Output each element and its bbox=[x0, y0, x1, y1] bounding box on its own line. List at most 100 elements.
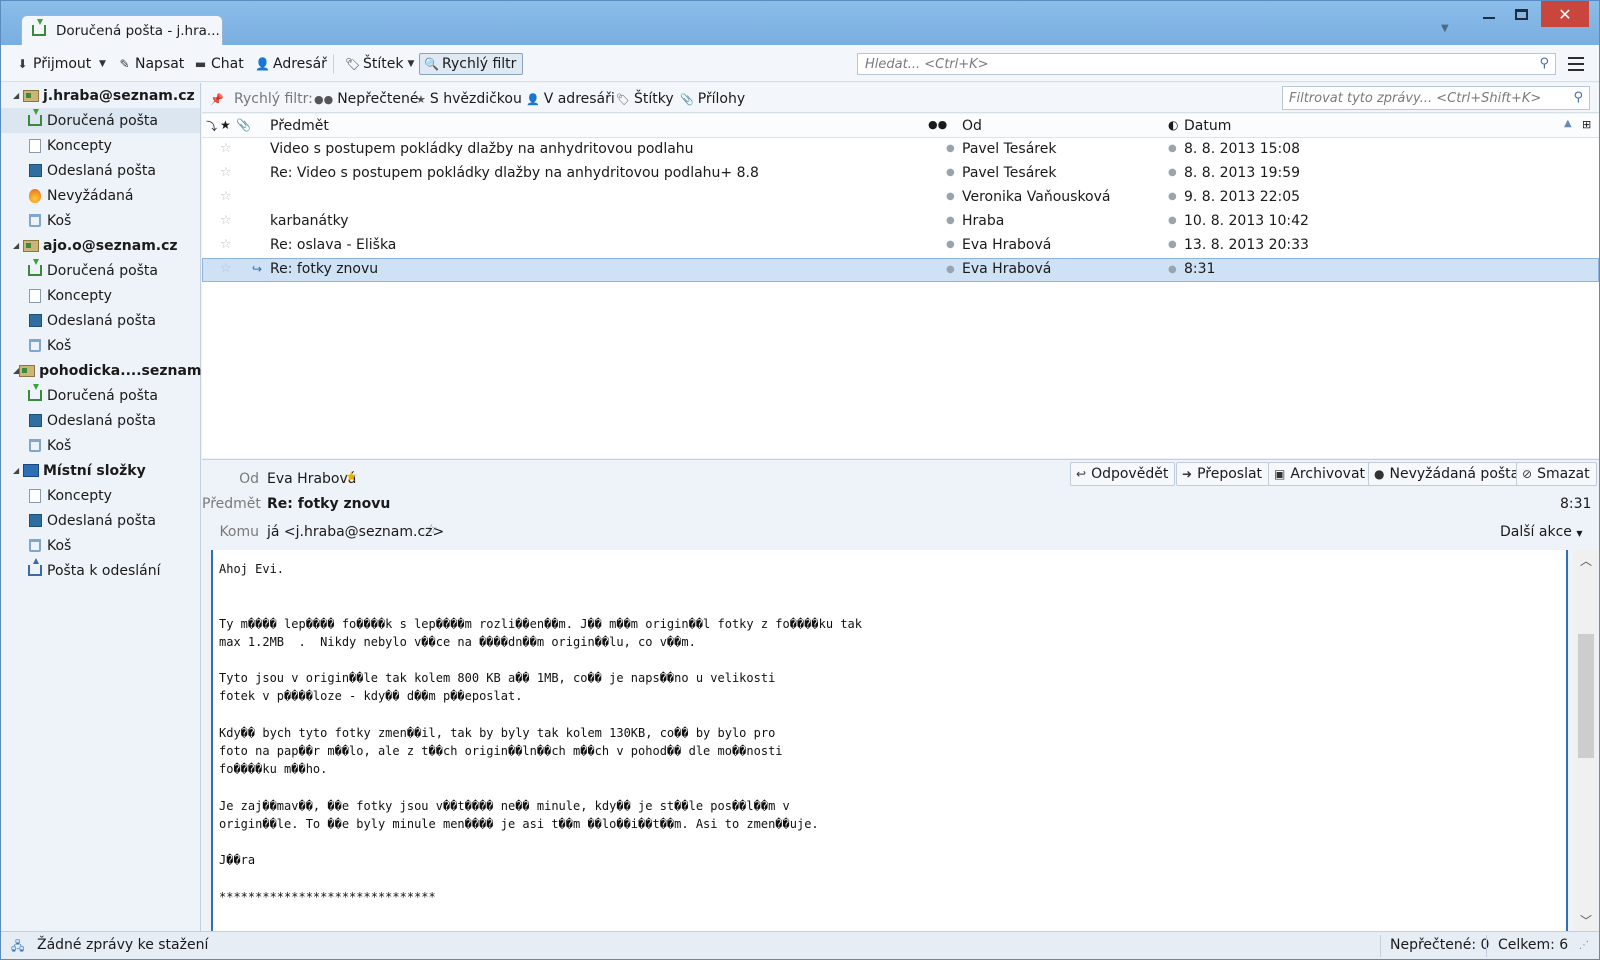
status-message: Žádné zprávy ke stažení bbox=[37, 937, 209, 953]
scroll-up-icon[interactable]: ︿ bbox=[1580, 552, 1592, 569]
more-actions-button[interactable]: Další akce ▼ bbox=[1500, 524, 1583, 540]
junk-status-icon[interactable]: ● bbox=[1168, 264, 1177, 275]
folder-label: Doručená pošta bbox=[47, 112, 159, 129]
subject-value: Re: fotky znovu bbox=[267, 496, 391, 512]
maximize-button[interactable] bbox=[1507, 1, 1535, 27]
reply-button[interactable]: ↩ Odpovědět bbox=[1070, 462, 1176, 486]
folder-sent[interactable]: Odeslaná pošta bbox=[1, 508, 200, 533]
to-value[interactable]: já <j.hraba@seznam.cz> bbox=[267, 524, 444, 540]
search-icon[interactable]: ⚲ bbox=[1539, 56, 1549, 71]
thread-column-icon[interactable]: ⤵ bbox=[206, 118, 217, 134]
read-status-icon[interactable]: ● bbox=[946, 143, 955, 154]
junk-status-icon[interactable]: ● bbox=[1168, 143, 1177, 154]
folder-trash[interactable]: Koš bbox=[1, 208, 200, 233]
read-status-icon[interactable]: ● bbox=[946, 215, 955, 226]
search-icon[interactable]: ⚲ bbox=[1573, 90, 1583, 105]
junk-status-icon[interactable]: ● bbox=[1168, 167, 1177, 178]
folder-inbox[interactable]: Doručená pošta bbox=[1, 108, 200, 133]
account-ajo-o[interactable]: ◢ ajo.o@seznam.cz bbox=[1, 233, 200, 258]
tab-inbox[interactable]: Doručená pošta - j.hra... bbox=[21, 15, 223, 45]
unread-column-icon[interactable]: ●● bbox=[928, 118, 947, 131]
message-row[interactable]: ☆ karbanátky ● Hraba ● 10. 8. 2013 10:42 bbox=[202, 210, 1599, 234]
online-status-icon[interactable]: 🖧 bbox=[11, 937, 24, 958]
sticky-filter-pin[interactable]: 📌 bbox=[210, 90, 228, 108]
folder-drafts[interactable]: Koncepty bbox=[1, 133, 200, 158]
column-from[interactable]: Od bbox=[962, 118, 982, 134]
expand-triangle-icon[interactable]: ◢ bbox=[13, 241, 23, 250]
message-body[interactable]: Ahoj Evi. Ty m���� lep���� fo����k s lep… bbox=[211, 550, 1568, 931]
message-row[interactable]: ☆ Re: oslava - Eliška ● Eva Hrabová ● 13… bbox=[202, 234, 1599, 258]
read-status-icon[interactable]: ● bbox=[946, 239, 955, 250]
message-row[interactable]: ☆ ● Veronika Vaňousková ● 9. 8. 2013 22:… bbox=[202, 186, 1599, 210]
folder-trash[interactable]: Koš bbox=[1, 433, 200, 458]
message-row[interactable]: ☆ Video s postupem pokládky dlažby na an… bbox=[202, 138, 1599, 162]
tab-list-dropdown-icon[interactable]: ▼ bbox=[1441, 23, 1449, 34]
star-icon[interactable]: ☆ bbox=[220, 165, 232, 180]
address-book-button[interactable]: 👤 Adresář bbox=[255, 53, 327, 75]
folder-drafts[interactable]: Koncepty bbox=[1, 483, 200, 508]
app-menu-icon[interactable] bbox=[1568, 57, 1584, 71]
folder-inbox[interactable]: Doručená pošta bbox=[1, 383, 200, 408]
folder-sent[interactable]: Odeslaná pošta bbox=[1, 308, 200, 333]
folder-inbox[interactable]: Doručená pošta bbox=[1, 258, 200, 283]
account-j-hraba[interactable]: ◢ j.hraba@seznam.cz bbox=[1, 83, 200, 108]
folder-drafts[interactable]: Koncepty bbox=[1, 283, 200, 308]
star-column-icon[interactable]: ★ bbox=[220, 118, 231, 132]
folder-sent[interactable]: Odeslaná pošta bbox=[1, 408, 200, 433]
message-row-selected[interactable]: ☆ ↪ Re: fotky znovu ● Eva Hrabová ● 8:31 bbox=[202, 258, 1599, 282]
read-status-icon[interactable]: ● bbox=[946, 167, 955, 178]
get-messages-button[interactable]: ⬇ Přijmout bbox=[15, 53, 91, 75]
expand-triangle-icon[interactable]: ◢ bbox=[13, 91, 23, 100]
message-row[interactable]: ☆ Re: Video s postupem pokládky dlažby n… bbox=[202, 162, 1599, 186]
delete-button[interactable]: ⊘ Smazat bbox=[1516, 462, 1597, 486]
folder-trash[interactable]: Koš bbox=[1, 333, 200, 358]
close-button[interactable]: ✕ bbox=[1541, 1, 1589, 27]
folder-outbox[interactable]: Pošta k odeslání bbox=[1, 558, 200, 583]
junk-status-icon[interactable]: ● bbox=[1168, 215, 1177, 226]
folder-junk[interactable]: Nevyžádaná bbox=[1, 183, 200, 208]
tag-button[interactable]: 🏷 Štítek ▼ bbox=[345, 53, 415, 75]
outbox-icon bbox=[27, 558, 43, 579]
expand-triangle-icon[interactable]: ◢ bbox=[13, 466, 23, 475]
junk-status-icon[interactable]: ● bbox=[1168, 191, 1177, 202]
message-body-scrollbar[interactable]: ︿ ﹀ bbox=[1574, 550, 1598, 931]
folder-trash[interactable]: Koš bbox=[1, 533, 200, 558]
junk-status-icon[interactable]: ● bbox=[1168, 239, 1177, 250]
minimize-button[interactable] bbox=[1475, 1, 1503, 27]
quick-filter-button[interactable]: 🔍 Rychlý filtr bbox=[419, 53, 524, 75]
read-status-icon[interactable]: ● bbox=[946, 191, 955, 202]
star-icon[interactable]: ☆ bbox=[220, 141, 232, 156]
filter-messages-input[interactable]: Filtrovat tyto zprávy... <Ctrl+Shift+K> … bbox=[1282, 86, 1590, 110]
junk-column-icon[interactable]: ◐ bbox=[1168, 118, 1178, 132]
filter-contacts-button[interactable]: 👤 V adresáři bbox=[526, 90, 615, 108]
get-messages-dropdown[interactable]: ▼ bbox=[95, 53, 106, 75]
filter-tags-button[interactable]: 🏷 Štítky bbox=[616, 90, 674, 108]
account-local-folders[interactable]: ◢ Místní složky bbox=[1, 458, 200, 483]
resize-grip-icon[interactable]: ⋰ bbox=[1579, 940, 1589, 951]
add-contact-star-icon[interactable]: ☆ bbox=[425, 522, 438, 538]
contact-star-icon[interactable]: ★ bbox=[345, 469, 358, 485]
scrollbar-thumb[interactable] bbox=[1578, 634, 1594, 758]
star-icon[interactable]: ☆ bbox=[220, 213, 232, 228]
write-button[interactable]: ✎ Napsat bbox=[117, 53, 184, 75]
column-picker-icon[interactable]: ⊞ bbox=[1582, 118, 1591, 131]
column-date[interactable]: Datum bbox=[1184, 118, 1231, 134]
read-status-icon[interactable]: ● bbox=[946, 264, 955, 275]
filter-attachments-button[interactable]: 📎 Přílohy bbox=[680, 90, 745, 108]
account-pohodicka[interactable]: ◢ pohodicka....seznam.cz bbox=[1, 358, 223, 383]
global-search-input[interactable]: Hledat... <Ctrl+K> ⚲ bbox=[857, 53, 1556, 75]
star-icon[interactable]: ☆ bbox=[220, 261, 232, 276]
from-value[interactable]: Eva Hrabová bbox=[267, 471, 356, 487]
archive-button[interactable]: ▣ Archivovat bbox=[1268, 462, 1373, 486]
mark-junk-button[interactable]: ● Nevyžádaná pošta bbox=[1368, 462, 1527, 486]
chat-button[interactable]: ▬ Chat bbox=[193, 53, 244, 75]
forward-button[interactable]: ➜ Přeposlat bbox=[1176, 462, 1270, 486]
star-icon[interactable]: ☆ bbox=[220, 237, 232, 252]
filter-unread-button[interactable]: ●● Nepřečtené bbox=[314, 90, 419, 108]
column-subject[interactable]: Předmět bbox=[270, 118, 329, 134]
attachment-column-icon[interactable]: 📎 bbox=[236, 118, 251, 132]
folder-sent[interactable]: Odeslaná pošta bbox=[1, 158, 200, 183]
star-icon[interactable]: ☆ bbox=[220, 189, 232, 204]
scroll-down-icon[interactable]: ﹀ bbox=[1580, 912, 1592, 929]
filter-starred-button[interactable]: ★ S hvězdičkou bbox=[416, 90, 522, 108]
